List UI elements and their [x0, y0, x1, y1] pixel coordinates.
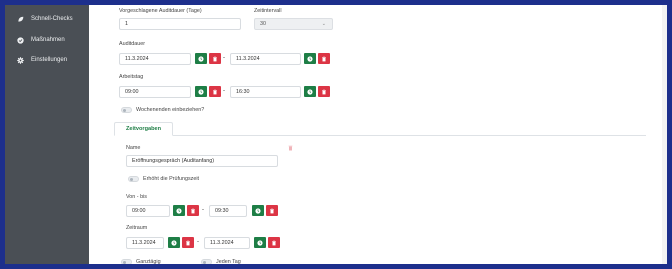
- screenshot-frame: [0, 0, 672, 269]
